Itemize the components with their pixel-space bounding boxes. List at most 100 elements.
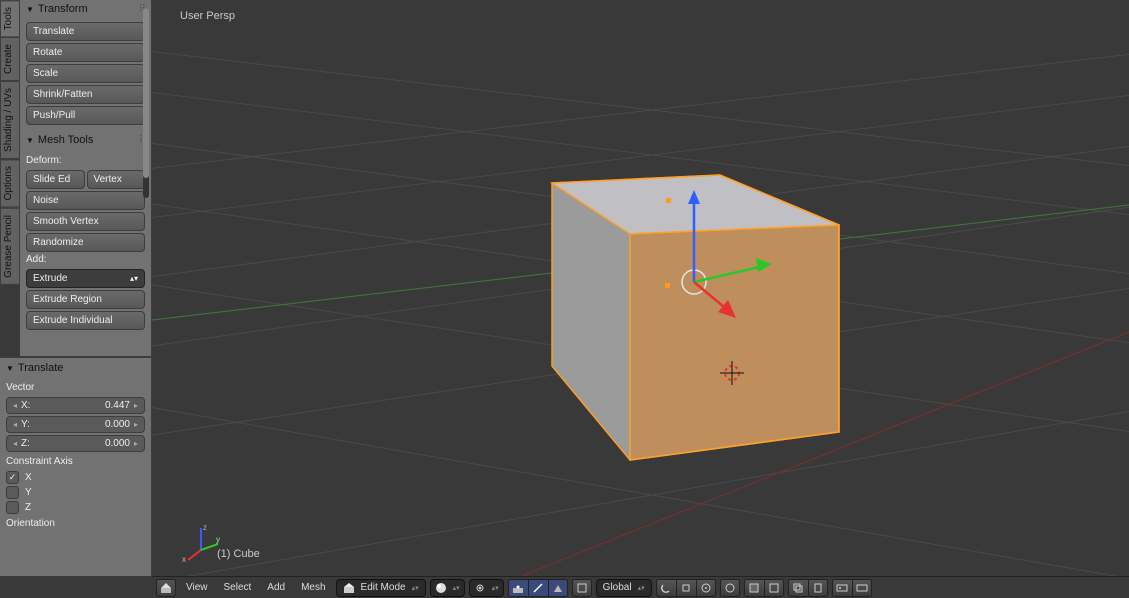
chevron-left-icon: ◂	[13, 439, 17, 448]
layer-button-2[interactable]	[764, 579, 784, 597]
chevron-updown-icon: ▴▾	[412, 584, 419, 592]
scrollbar-thumb[interactable]	[143, 8, 149, 178]
vector-label: Vector	[6, 382, 145, 393]
chevron-right-icon: ▸	[134, 439, 138, 448]
select-menu[interactable]: Select	[218, 582, 258, 593]
snap-toggle-button[interactable]	[656, 579, 676, 597]
smooth-vertex-button[interactable]: Smooth Vertex	[26, 212, 145, 231]
operator-panel-header[interactable]: ▼ Translate	[6, 362, 145, 374]
panel-title: Mesh Tools	[38, 134, 93, 146]
svg-text:x: x	[182, 555, 186, 564]
checkbox-label: Z	[25, 502, 31, 513]
select-mode-group	[508, 579, 568, 597]
mesh-tools-panel-body: Deform: Slide Ed Vertex Noise Smooth Ver…	[20, 149, 151, 336]
shading-dropdown[interactable]: ▴▾	[430, 579, 465, 597]
mesh-menu[interactable]: Mesh	[295, 582, 331, 593]
extrude-region-button[interactable]: Extrude Region	[26, 290, 145, 309]
sphere-shading-icon	[435, 582, 447, 594]
vtab-tools[interactable]: Tools	[0, 0, 20, 37]
extrude-dropdown[interactable]: Extrude ▴▾	[26, 269, 145, 288]
toolshelf-scrollbar[interactable]	[143, 8, 149, 198]
noise-button[interactable]: Noise	[26, 191, 145, 210]
copy-button[interactable]	[788, 579, 808, 597]
chevron-left-icon: ◂	[13, 420, 17, 429]
pivot-icon	[474, 582, 486, 594]
vertex-button[interactable]: Vertex	[87, 170, 146, 189]
vtab-grease-pencil[interactable]: Grease Pencil	[0, 208, 20, 285]
collapse-triangle-icon: ▼	[26, 136, 34, 145]
field-value: 0.000	[105, 438, 130, 449]
field-label: X:	[21, 400, 30, 411]
render-image-button[interactable]	[832, 579, 852, 597]
orientation-label: Global	[603, 582, 632, 593]
editor-type-selector[interactable]	[156, 579, 176, 597]
viewport-perspective-label: User Persp	[180, 10, 235, 22]
layer-group	[744, 579, 784, 597]
vector-y-field[interactable]: ◂ Y: 0.000 ▸	[6, 416, 145, 433]
field-label: Y:	[21, 419, 30, 430]
checkbox-label: X	[25, 472, 32, 483]
constraint-axis-label: Constraint Axis	[6, 456, 145, 467]
collapse-triangle-icon: ▼	[26, 5, 34, 14]
chevron-updown-icon: ▴▾	[453, 584, 460, 592]
dropdown-label: Extrude	[33, 273, 67, 284]
mesh-tools-panel-header[interactable]: ▼ Mesh Tools ⠿	[20, 131, 151, 149]
paste-button[interactable]	[808, 579, 828, 597]
snap-target-dropdown[interactable]	[696, 579, 716, 597]
field-value: 0.000	[105, 419, 130, 430]
vtab-create[interactable]: Create	[0, 37, 20, 81]
edit-mode-icon	[343, 582, 355, 594]
transform-gizmo[interactable]	[152, 0, 1129, 576]
vector-x-field[interactable]: ◂ X: 0.447 ▸	[6, 397, 145, 414]
vtab-options[interactable]: Options	[0, 159, 20, 207]
constraint-x-row[interactable]: ✓ X	[6, 471, 145, 484]
orientation-dropdown[interactable]: Global ▴▾	[596, 579, 652, 597]
checkbox-label: Y	[25, 487, 32, 498]
layer-button-1[interactable]	[744, 579, 764, 597]
constraint-z-row[interactable]: Z	[6, 501, 145, 514]
checkbox-checked-icon: ✓	[6, 471, 19, 484]
transform-panel-body: Translate Rotate Scale Shrink/Fatten Pus…	[20, 18, 151, 131]
limit-selection-button[interactable]	[572, 579, 592, 597]
pivot-dropdown[interactable]: ▴▾	[469, 579, 504, 597]
vector-z-field[interactable]: ◂ Z: 0.000 ▸	[6, 435, 145, 452]
slide-edge-button[interactable]: Slide Ed	[26, 170, 85, 189]
view-menu[interactable]: View	[180, 582, 214, 593]
render-group	[788, 579, 828, 597]
operator-title: Translate	[18, 362, 63, 374]
orientation-label: Orientation	[6, 518, 145, 529]
deform-label: Deform:	[26, 155, 145, 166]
mode-label: Edit Mode	[361, 582, 406, 593]
constraint-y-row[interactable]: Y	[6, 486, 145, 499]
add-label: Add:	[26, 254, 145, 265]
snap-element-dropdown[interactable]	[676, 579, 696, 597]
chevron-right-icon: ▸	[134, 420, 138, 429]
mode-dropdown[interactable]: Edit Mode ▴▾	[336, 579, 426, 597]
toolshelf: ▼ Transform ⠿ Translate Rotate Scale Shr…	[20, 0, 152, 356]
viewport-header: View Select Add Mesh Edit Mode ▴▾ ▴▾ ▴▾ …	[152, 576, 1129, 598]
collapse-triangle-icon: ▼	[6, 364, 14, 373]
3d-viewport[interactable]: User Persp (1) Cube z y x	[152, 0, 1129, 576]
edge-select-button[interactable]	[528, 579, 548, 597]
transform-panel-header[interactable]: ▼ Transform ⠿	[20, 0, 151, 18]
push-pull-button[interactable]: Push/Pull	[26, 106, 145, 125]
svg-text:z: z	[203, 523, 207, 532]
face-select-button[interactable]	[548, 579, 568, 597]
field-label: Z:	[21, 438, 30, 449]
scale-button[interactable]: Scale	[26, 64, 145, 83]
render-anim-button[interactable]	[852, 579, 872, 597]
add-menu[interactable]: Add	[261, 582, 291, 593]
proportional-editing-button[interactable]	[720, 579, 740, 597]
render-icons	[832, 579, 872, 597]
toolshelf-vertical-tabs: Tools Create Shading / UVs Options Greas…	[0, 0, 20, 356]
shrink-fatten-button[interactable]: Shrink/Fatten	[26, 85, 145, 104]
translate-button[interactable]: Translate	[26, 22, 145, 41]
randomize-button[interactable]: Randomize	[26, 233, 145, 252]
mini-axis-widget: z y x	[180, 522, 222, 564]
chevron-updown-icon: ▴▾	[492, 584, 499, 592]
rotate-button[interactable]: Rotate	[26, 43, 145, 62]
extrude-individual-button[interactable]: Extrude Individual	[26, 311, 145, 330]
vtab-shading-uvs[interactable]: Shading / UVs	[0, 81, 20, 159]
vertex-select-button[interactable]	[508, 579, 528, 597]
field-value: 0.447	[105, 400, 130, 411]
